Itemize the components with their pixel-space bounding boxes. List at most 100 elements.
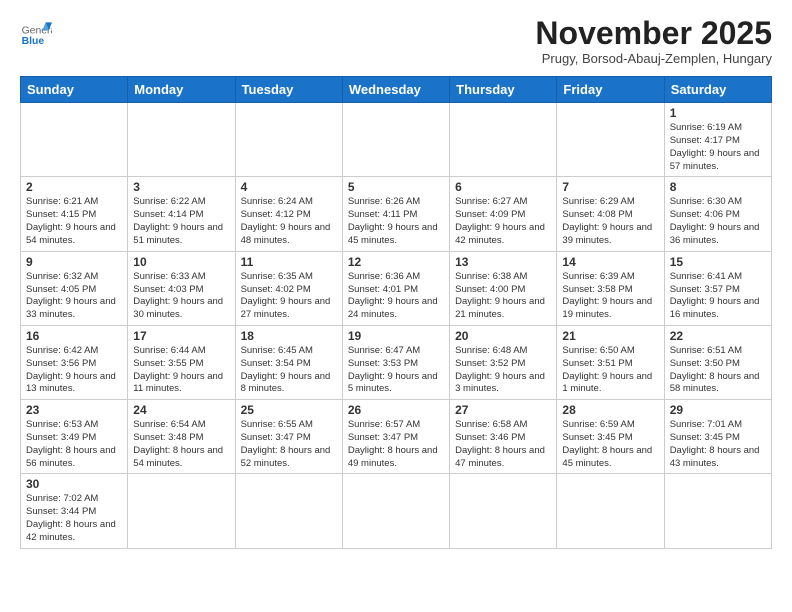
calendar-cell: 8 Sunrise: 6:30 AM Sunset: 4:06 PM Daylig… <box>664 177 771 251</box>
day-info: Sunrise: 6:19 AM Sunset: 4:17 PM Dayligh… <box>670 122 766 173</box>
day-info: Sunrise: 6:55 AM Sunset: 3:47 PM Dayligh… <box>241 419 337 470</box>
day-number: 6 <box>455 180 551 194</box>
calendar-week-2: 2 Sunrise: 6:21 AM Sunset: 4:15 PM Daylig… <box>21 177 772 251</box>
day-info: Sunrise: 6:32 AM Sunset: 4:05 PM Dayligh… <box>26 271 122 322</box>
calendar-cell: 6Sunrise: 6:27 AM Sunset: 4:09 PM Daylig… <box>450 177 557 251</box>
day-number: 18 <box>241 329 337 343</box>
day-info: Sunrise: 7:02 AM Sunset: 3:44 PM Dayligh… <box>26 493 122 544</box>
day-info: Sunrise: 6:54 AM Sunset: 3:48 PM Dayligh… <box>133 419 229 470</box>
calendar-cell: 17Sunrise: 6:44 AM Sunset: 3:55 PM Dayli… <box>128 325 235 399</box>
day-number: 7 <box>562 180 658 194</box>
header: General Blue November 2025 Prugy, Borsod… <box>20 16 772 66</box>
calendar-cell: 26 Sunrise: 6:57 AM Sunset: 3:47 PM Dayli… <box>342 400 449 474</box>
calendar-header-row: SundayMondayTuesdayWednesdayThursdayFrid… <box>21 77 772 103</box>
title-block: November 2025 Prugy, Borsod-Abauj-Zemple… <box>535 16 772 66</box>
calendar-cell: 12 Sunrise: 6:36 AM Sunset: 4:01 PM Dayli… <box>342 251 449 325</box>
day-number: 1 <box>670 106 766 120</box>
calendar-cell: 15 Sunrise: 6:41 AM Sunset: 3:57 PM Dayli… <box>664 251 771 325</box>
calendar-cell <box>21 103 128 177</box>
day-info: Sunrise: 6:44 AM Sunset: 3:55 PM Dayligh… <box>133 345 229 396</box>
svg-text:Blue: Blue <box>22 36 45 47</box>
calendar-cell <box>235 474 342 548</box>
calendar-cell: 14Sunrise: 6:39 AM Sunset: 3:58 PM Dayli… <box>557 251 664 325</box>
calendar-cell: 25Sunrise: 6:55 AM Sunset: 3:47 PM Dayli… <box>235 400 342 474</box>
calendar-cell <box>664 474 771 548</box>
calendar-cell: 24 Sunrise: 6:54 AM Sunset: 3:48 PM Dayli… <box>128 400 235 474</box>
day-number: 16 <box>26 329 122 343</box>
calendar-cell: 9 Sunrise: 6:32 AM Sunset: 4:05 PM Daylig… <box>21 251 128 325</box>
day-number: 27 <box>455 403 551 417</box>
day-number: 30 <box>26 477 122 491</box>
day-number: 2 <box>26 180 122 194</box>
day-number: 21 <box>562 329 658 343</box>
calendar-cell <box>128 103 235 177</box>
day-info: Sunrise: 6:57 AM Sunset: 3:47 PM Dayligh… <box>348 419 444 470</box>
day-info: Sunrise: 6:51 AM Sunset: 3:50 PM Dayligh… <box>670 345 766 396</box>
generalblue-logo-icon: General Blue <box>20 16 52 48</box>
day-info: Sunrise: 6:47 AM Sunset: 3:53 PM Dayligh… <box>348 345 444 396</box>
day-info: Sunrise: 6:26 AM Sunset: 4:11 PM Dayligh… <box>348 196 444 247</box>
day-info: Sunrise: 6:39 AM Sunset: 3:58 PM Dayligh… <box>562 271 658 322</box>
day-number: 15 <box>670 255 766 269</box>
calendar-cell: 5 Sunrise: 6:26 AM Sunset: 4:11 PM Daylig… <box>342 177 449 251</box>
calendar-cell <box>450 103 557 177</box>
logo: General Blue <box>20 16 52 48</box>
day-number: 9 <box>26 255 122 269</box>
day-number: 12 <box>348 255 444 269</box>
page: General Blue November 2025 Prugy, Borsod… <box>0 0 792 559</box>
col-header-monday: Monday <box>128 77 235 103</box>
calendar-cell <box>342 474 449 548</box>
day-number: 19 <box>348 329 444 343</box>
calendar-cell: 19 Sunrise: 6:47 AM Sunset: 3:53 PM Dayli… <box>342 325 449 399</box>
day-number: 5 <box>348 180 444 194</box>
day-info: Sunrise: 6:41 AM Sunset: 3:57 PM Dayligh… <box>670 271 766 322</box>
calendar-cell: 13Sunrise: 6:38 AM Sunset: 4:00 PM Dayli… <box>450 251 557 325</box>
calendar-cell: 2 Sunrise: 6:21 AM Sunset: 4:15 PM Daylig… <box>21 177 128 251</box>
calendar-cell: 30 Sunrise: 7:02 AM Sunset: 3:44 PM Dayli… <box>21 474 128 548</box>
day-info: Sunrise: 6:50 AM Sunset: 3:51 PM Dayligh… <box>562 345 658 396</box>
day-number: 22 <box>670 329 766 343</box>
calendar-cell: 4Sunrise: 6:24 AM Sunset: 4:12 PM Daylig… <box>235 177 342 251</box>
calendar-cell: 16 Sunrise: 6:42 AM Sunset: 3:56 PM Dayli… <box>21 325 128 399</box>
calendar-cell <box>450 474 557 548</box>
calendar-cell <box>557 474 664 548</box>
calendar-week-1: 1 Sunrise: 6:19 AM Sunset: 4:17 PM Daylig… <box>21 103 772 177</box>
col-header-thursday: Thursday <box>450 77 557 103</box>
day-number: 29 <box>670 403 766 417</box>
calendar-cell: 22 Sunrise: 6:51 AM Sunset: 3:50 PM Dayli… <box>664 325 771 399</box>
col-header-sunday: Sunday <box>21 77 128 103</box>
calendar-cell: 7 Sunrise: 6:29 AM Sunset: 4:08 PM Daylig… <box>557 177 664 251</box>
col-header-saturday: Saturday <box>664 77 771 103</box>
calendar-week-3: 9 Sunrise: 6:32 AM Sunset: 4:05 PM Daylig… <box>21 251 772 325</box>
calendar-cell: 27 Sunrise: 6:58 AM Sunset: 3:46 PM Dayli… <box>450 400 557 474</box>
calendar-week-5: 23Sunrise: 6:53 AM Sunset: 3:49 PM Dayli… <box>21 400 772 474</box>
calendar-cell <box>128 474 235 548</box>
col-header-tuesday: Tuesday <box>235 77 342 103</box>
day-info: Sunrise: 6:45 AM Sunset: 3:54 PM Dayligh… <box>241 345 337 396</box>
day-number: 8 <box>670 180 766 194</box>
day-info: Sunrise: 6:58 AM Sunset: 3:46 PM Dayligh… <box>455 419 551 470</box>
calendar-week-6: 30 Sunrise: 7:02 AM Sunset: 3:44 PM Dayli… <box>21 474 772 548</box>
calendar-cell: 23Sunrise: 6:53 AM Sunset: 3:49 PM Dayli… <box>21 400 128 474</box>
day-info: Sunrise: 6:29 AM Sunset: 4:08 PM Dayligh… <box>562 196 658 247</box>
calendar-cell: 1 Sunrise: 6:19 AM Sunset: 4:17 PM Daylig… <box>664 103 771 177</box>
day-info: Sunrise: 6:30 AM Sunset: 4:06 PM Dayligh… <box>670 196 766 247</box>
day-number: 26 <box>348 403 444 417</box>
day-info: Sunrise: 6:24 AM Sunset: 4:12 PM Dayligh… <box>241 196 337 247</box>
calendar-cell <box>235 103 342 177</box>
day-info: Sunrise: 6:35 AM Sunset: 4:02 PM Dayligh… <box>241 271 337 322</box>
day-number: 10 <box>133 255 229 269</box>
day-info: Sunrise: 6:36 AM Sunset: 4:01 PM Dayligh… <box>348 271 444 322</box>
day-number: 23 <box>26 403 122 417</box>
day-info: Sunrise: 6:21 AM Sunset: 4:15 PM Dayligh… <box>26 196 122 247</box>
calendar-cell: 10Sunrise: 6:33 AM Sunset: 4:03 PM Dayli… <box>128 251 235 325</box>
day-number: 11 <box>241 255 337 269</box>
month-title: November 2025 <box>535 16 772 51</box>
day-number: 24 <box>133 403 229 417</box>
day-info: Sunrise: 6:22 AM Sunset: 4:14 PM Dayligh… <box>133 196 229 247</box>
col-header-wednesday: Wednesday <box>342 77 449 103</box>
calendar-cell: 3Sunrise: 6:22 AM Sunset: 4:14 PM Daylig… <box>128 177 235 251</box>
calendar-table: SundayMondayTuesdayWednesdayThursdayFrid… <box>20 76 772 549</box>
day-info: Sunrise: 6:48 AM Sunset: 3:52 PM Dayligh… <box>455 345 551 396</box>
day-info: Sunrise: 6:42 AM Sunset: 3:56 PM Dayligh… <box>26 345 122 396</box>
